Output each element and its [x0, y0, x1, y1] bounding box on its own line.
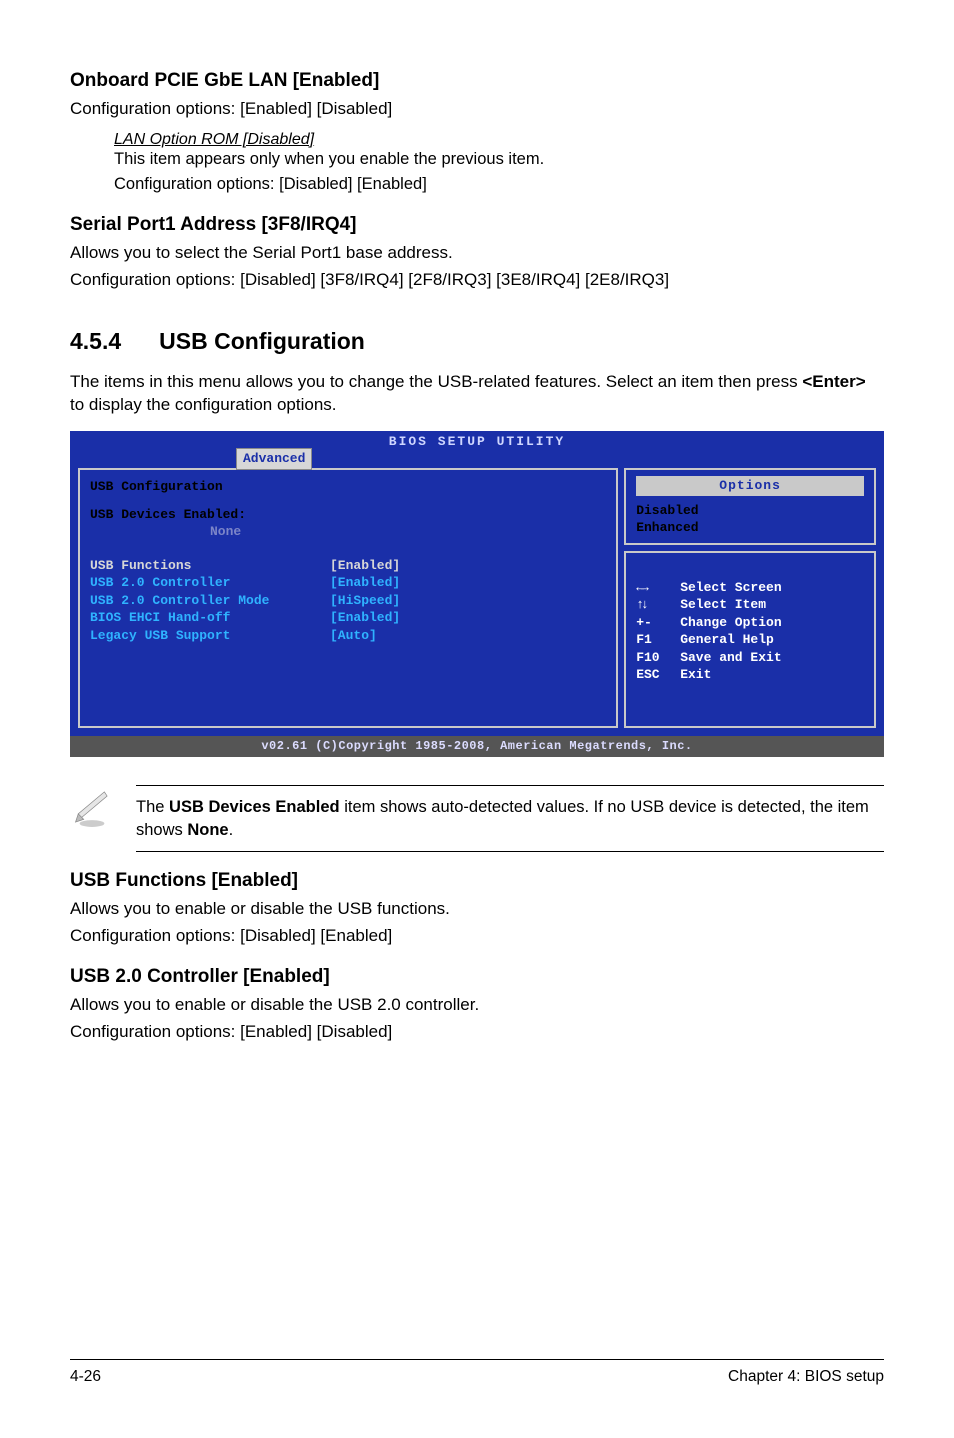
note-text-bold1: USB Devices Enabled [169, 798, 340, 816]
lan-option-rom-line1: This item appears only when you enable t… [114, 149, 884, 170]
bios-help-key: ←→ [636, 579, 680, 597]
note-text: The USB Devices Enabled item shows auto-… [136, 785, 884, 852]
page-footer: 4-26 Chapter 4: BIOS setup [70, 1368, 884, 1386]
usb20-line2: Configuration options: [Enabled] [Disabl… [70, 1021, 884, 1044]
bios-tab-advanced: Advanced [236, 448, 312, 470]
bios-setting-row: USB 2.0 Controller[Enabled] [90, 574, 606, 592]
bios-setting-label: Legacy USB Support [90, 627, 330, 645]
note-text-post: . [229, 821, 234, 839]
bios-option-item: Disabled [636, 502, 864, 520]
section-heading: 4.5.4 USB Configuration [70, 328, 884, 355]
bios-options-box: Options DisabledEnhanced [624, 468, 876, 545]
lan-option-rom-heading: LAN Option ROM [Disabled] [114, 131, 884, 149]
bios-setting-label: BIOS EHCI Hand-off [90, 609, 330, 627]
bios-help-box: ←→Select Screen↑↓Select Item+-Change Opt… [624, 551, 876, 728]
serial-line2: Configuration options: [Disabled] [3F8/I… [70, 269, 884, 292]
section-title: USB Configuration [159, 328, 365, 355]
footer-rule [70, 1359, 884, 1360]
bios-help-key: ↑↓ [636, 596, 680, 614]
bios-devices-none: None [210, 523, 606, 541]
bios-footer-text: v02.61 (C)Copyright 1985-2008, American … [70, 736, 884, 757]
bios-help-row: F1General Help [636, 631, 864, 649]
bios-setting-value: [Enabled] [330, 609, 400, 627]
section-intro-key: <Enter> [802, 372, 865, 391]
usb-functions-line1: Allows you to enable or disable the USB … [70, 898, 884, 921]
bios-help-label: Exit [680, 666, 711, 684]
bios-help-row: +-Change Option [636, 614, 864, 632]
bios-help-key: F1 [636, 631, 680, 649]
bios-help-label: Change Option [680, 614, 781, 632]
bios-setting-row: USB Functions[Enabled] [90, 557, 606, 575]
section-intro-part1: The items in this menu allows you to cha… [70, 372, 802, 391]
heading-usb-functions: USB Functions [Enabled] [70, 870, 884, 892]
bios-setting-value: [HiSpeed] [330, 592, 400, 610]
bios-left-panel: USB Configuration USB Devices Enabled: N… [78, 468, 618, 728]
note-text-pre: The [136, 798, 169, 816]
footer-page-number: 4-26 [70, 1368, 101, 1386]
bios-setting-label: USB 2.0 Controller [90, 574, 330, 592]
bios-help-label: Select Screen [680, 579, 781, 597]
bios-setting-value: [Enabled] [330, 557, 400, 575]
lan-option-rom-block: LAN Option ROM [Disabled] This item appe… [114, 131, 884, 196]
note-icon [70, 785, 114, 834]
lan-option-rom-line2: Configuration options: [Disabled] [Enabl… [114, 174, 884, 195]
bios-help-label: Save and Exit [680, 649, 781, 667]
bios-setting-value: [Enabled] [330, 574, 400, 592]
bios-left-title: USB Configuration [90, 478, 606, 496]
bios-devices-label: USB Devices Enabled: [90, 506, 606, 524]
bios-setting-value: [Auto] [330, 627, 377, 645]
section-number: 4.5.4 [70, 328, 121, 355]
serial-line1: Allows you to select the Serial Port1 ba… [70, 242, 884, 265]
footer-chapter: Chapter 4: BIOS setup [728, 1368, 884, 1386]
bios-tab-row: Advanced [70, 448, 884, 468]
bios-help-key: F10 [636, 649, 680, 667]
bios-help-key: +- [636, 614, 680, 632]
note-block: The USB Devices Enabled item shows auto-… [70, 785, 884, 852]
onboard-options-text: Configuration options: [Enabled] [Disabl… [70, 98, 884, 121]
heading-usb20-controller: USB 2.0 Controller [Enabled] [70, 966, 884, 988]
bios-option-item: Enhanced [636, 519, 864, 537]
bios-setting-row: BIOS EHCI Hand-off[Enabled] [90, 609, 606, 627]
bios-help-row: F10Save and Exit [636, 649, 864, 667]
bios-help-key: ESC [636, 666, 680, 684]
bios-setting-label: USB Functions [90, 557, 330, 575]
heading-serial-port: Serial Port1 Address [3F8/IRQ4] [70, 214, 884, 236]
bios-options-header: Options [636, 476, 864, 496]
bios-help-label: Select Item [680, 596, 766, 614]
heading-onboard-pcie: Onboard PCIE GbE LAN [Enabled] [70, 70, 884, 92]
bios-help-row: ↑↓Select Item [636, 596, 864, 614]
usb20-line1: Allows you to enable or disable the USB … [70, 994, 884, 1017]
bios-help-row: ←→Select Screen [636, 579, 864, 597]
bios-screenshot: BIOS SETUP UTILITY Advanced USB Configur… [70, 431, 884, 758]
bios-setting-row: Legacy USB Support[Auto] [90, 627, 606, 645]
section-intro-part2: to display the configuration options. [70, 395, 337, 414]
note-text-bold2: None [187, 821, 228, 839]
bios-setting-row: USB 2.0 Controller Mode[HiSpeed] [90, 592, 606, 610]
bios-setting-label: USB 2.0 Controller Mode [90, 592, 330, 610]
bios-help-label: General Help [680, 631, 774, 649]
usb-functions-line2: Configuration options: [Disabled] [Enabl… [70, 925, 884, 948]
bios-help-row: ESCExit [636, 666, 864, 684]
section-intro: The items in this menu allows you to cha… [70, 371, 884, 417]
